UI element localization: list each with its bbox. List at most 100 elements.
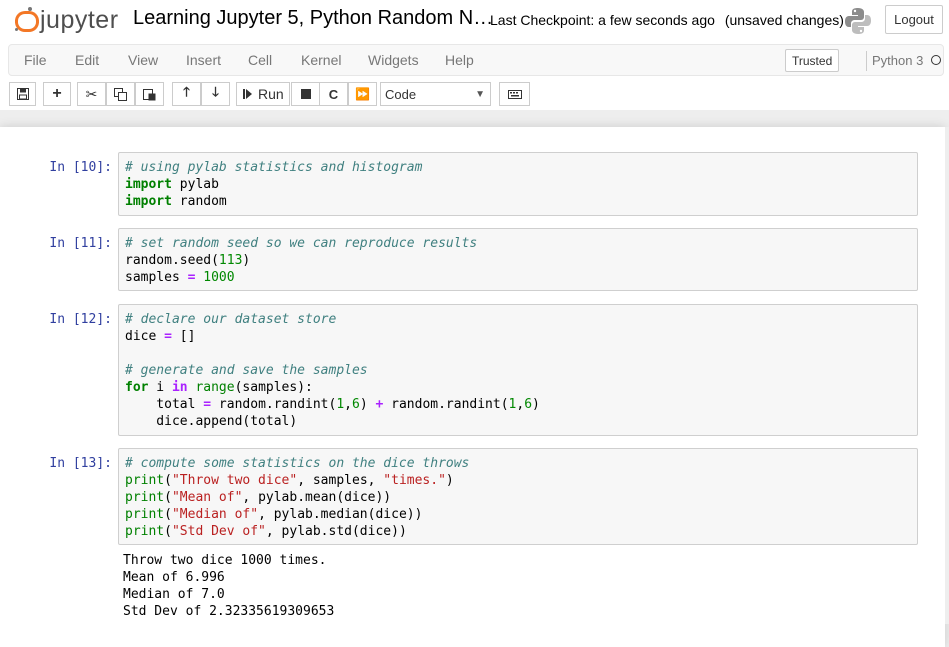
code-token: , pylab.median(dice))	[258, 507, 423, 522]
code-line: samples = 1000	[125, 269, 235, 286]
cell-type-select[interactable]: Code ▼	[380, 82, 491, 106]
menu-edit[interactable]: Edit	[75, 52, 99, 68]
code-token: 1000	[203, 270, 235, 285]
python-logo-icon	[845, 8, 871, 34]
input-prompt: In [13]:	[49, 456, 112, 471]
code-token: "times."	[383, 473, 446, 488]
restart-kernel-button[interactable]: C	[319, 82, 348, 106]
code-line: # using pylab statistics and histogram	[125, 159, 422, 176]
copy-button[interactable]	[106, 82, 135, 106]
code-input[interactable]: # using pylab statistics and histogram i…	[118, 152, 918, 216]
code-input[interactable]: # compute some statistics on the dice th…	[118, 448, 918, 545]
code-input[interactable]: # declare our dataset store dice = [] # …	[118, 304, 918, 436]
keyboard-icon	[507, 89, 522, 99]
code-token: )	[359, 397, 376, 412]
input-prompt: In [10]:	[49, 160, 112, 175]
code-token: )	[532, 397, 540, 412]
code-token: , samples,	[297, 473, 384, 488]
move-up-button[interactable]: 🡑	[172, 82, 201, 106]
code-token: =	[203, 397, 212, 412]
run-label: Run	[258, 86, 284, 102]
code-token: random.seed(	[125, 253, 219, 268]
code-line: # generate and save the samples	[125, 362, 368, 379]
code-token: print	[125, 524, 165, 539]
menu-view[interactable]: View	[128, 52, 158, 68]
code-input[interactable]: # set random seed so we can reproduce re…	[118, 228, 918, 291]
code-token: print	[125, 507, 165, 522]
output-line: Throw two dice 1000 times.	[123, 553, 327, 568]
code-token: samples	[125, 270, 188, 285]
kernel-divider	[866, 51, 867, 71]
chevron-down-icon: ▼	[475, 89, 485, 100]
code-token: for	[125, 380, 149, 395]
cut-button[interactable]: ✂	[77, 82, 106, 106]
logout-button[interactable]: Logout	[885, 5, 943, 34]
code-token: in	[171, 380, 188, 395]
output-line: Std Dev of 2.32335619309653	[123, 604, 335, 619]
menu-widgets[interactable]: Widgets	[368, 52, 419, 68]
code-token: "Mean of"	[171, 490, 243, 505]
jupyter-logo[interactable]: jupyter	[14, 6, 119, 34]
code-token: (	[164, 524, 172, 539]
code-token: , pylab.std(dice))	[265, 524, 407, 539]
code-token: import	[125, 194, 172, 209]
restart-run-all-button[interactable]: ⏩	[348, 82, 377, 106]
code-line: # set random seed so we can reproduce re…	[125, 235, 477, 252]
insert-cell-button[interactable]: +	[43, 82, 71, 106]
code-token: # set random seed so we can reproduce re…	[125, 236, 478, 251]
trusted-badge[interactable]: Trusted	[785, 49, 840, 72]
input-prompt: In [12]:	[49, 312, 112, 327]
code-token: pylab	[171, 177, 219, 192]
paste-button[interactable]	[135, 82, 164, 106]
code-token: 1	[336, 397, 345, 412]
toolbar: + ✂ 🡑 🡓 Run C ⏩ Code ▼	[0, 81, 949, 109]
output-line: Median of 7.0	[123, 587, 225, 602]
code-token: ,	[344, 397, 352, 412]
scissors-icon: ✂	[85, 85, 98, 102]
run-button[interactable]: Run	[236, 82, 290, 106]
jupyter-logo-icon	[14, 7, 39, 33]
code-token: "Std Dev of"	[171, 524, 266, 539]
code-token: # declare our dataset store	[125, 312, 337, 327]
code-token: total	[125, 397, 204, 412]
menu-file[interactable]: File	[24, 52, 47, 68]
menu-insert[interactable]: Insert	[186, 52, 221, 68]
code-token: =	[164, 329, 172, 344]
code-token: print	[125, 490, 165, 505]
menu-kernel[interactable]: Kernel	[301, 52, 341, 68]
page-scrollbar[interactable]	[945, 127, 949, 624]
command-palette-button[interactable]	[499, 82, 530, 106]
move-down-button[interactable]: 🡓	[201, 82, 230, 106]
menu-cell[interactable]: Cell	[248, 52, 272, 68]
code-token: "Median of"	[171, 507, 259, 522]
code-token: dice.append(total)	[125, 414, 298, 429]
code-token: # generate and save the samples	[125, 363, 368, 378]
code-token: 113	[218, 253, 243, 268]
code-line: total = random.randint(1,6) + random.ran…	[125, 396, 540, 413]
plus-icon: +	[52, 85, 62, 102]
paste-icon	[143, 88, 156, 100]
fast-forward-icon: ⏩	[355, 87, 370, 101]
code-line: print("Mean of", pylab.mean(dice))	[125, 489, 391, 506]
save-button[interactable]	[9, 82, 36, 106]
notebook-container: In [10]: # using pylab statistics and hi…	[0, 127, 945, 647]
code-line: dice.append(total)	[125, 413, 297, 430]
interrupt-button[interactable]	[291, 82, 320, 106]
save-icon	[16, 88, 29, 100]
menu-help[interactable]: Help	[445, 52, 474, 68]
notebook-title[interactable]: Learning Jupyter 5, Python Random N…	[133, 7, 493, 30]
code-token: dice	[125, 329, 165, 344]
kernel-name[interactable]: Python 3	[872, 53, 923, 68]
code-token: []	[171, 329, 196, 344]
code-token: random.randint(	[383, 397, 509, 412]
unsaved-changes-text: (unsaved changes)	[724, 12, 844, 28]
code-line: print("Std Dev of", pylab.std(dice))	[125, 523, 407, 540]
code-line: # declare our dataset store	[125, 311, 336, 328]
code-token: random	[171, 194, 227, 209]
checkpoint-status: Last Checkpoint: a few seconds ago (unsa…	[490, 12, 844, 28]
code-token: print	[125, 473, 165, 488]
code-line: random.seed(113)	[125, 252, 250, 269]
code-token: # using pylab statistics and histogram	[125, 160, 423, 175]
notebook-header: jupyter Learning Jupyter 5, Python Rando…	[0, 0, 949, 110]
code-line: print("Median of", pylab.median(dice))	[125, 506, 422, 523]
